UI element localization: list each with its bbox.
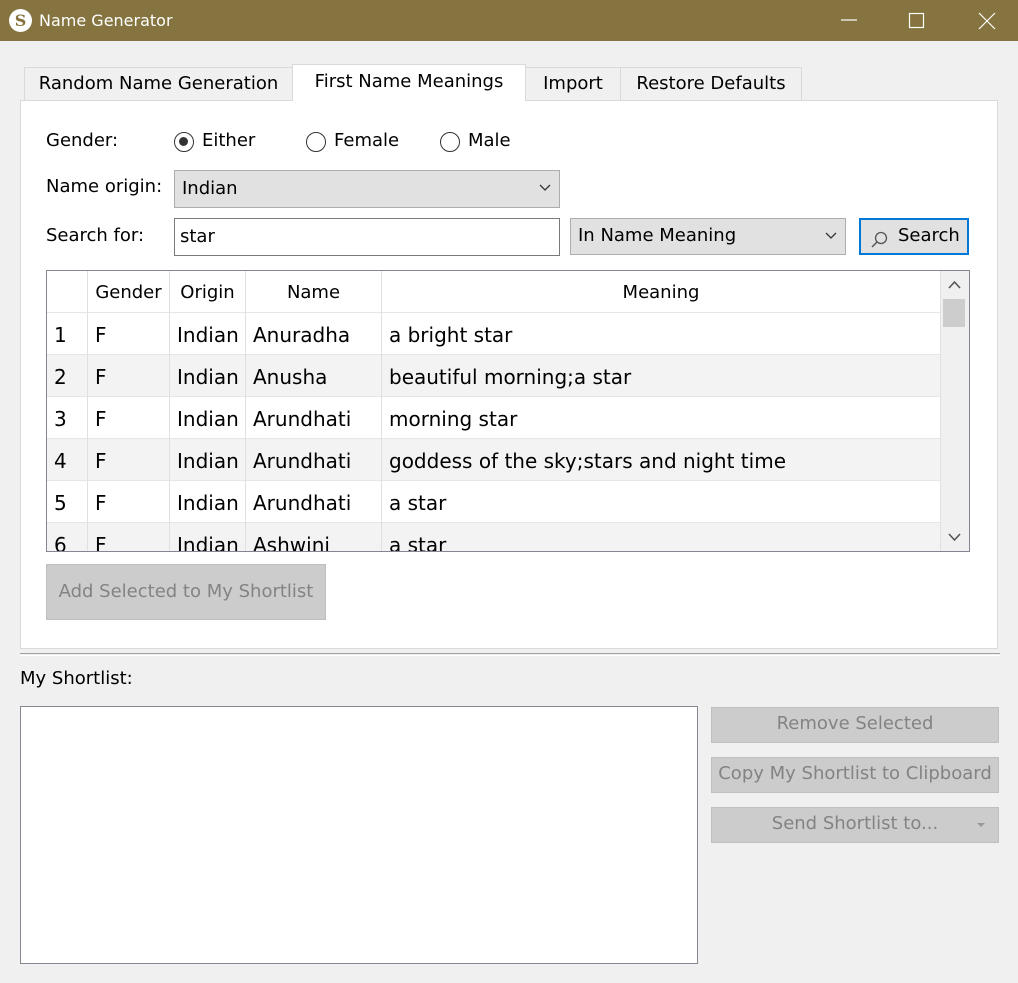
gender-radio-male[interactable]: Male bbox=[440, 130, 530, 154]
gender-radio-female[interactable]: Female bbox=[306, 130, 416, 154]
radio-unchecked-icon bbox=[306, 132, 326, 152]
send-shortlist-label: Send Shortlist to... bbox=[771, 813, 939, 834]
meaning-cell: a star bbox=[382, 523, 941, 551]
radio-checked-icon bbox=[174, 132, 194, 152]
origin-cell: Indian bbox=[170, 439, 246, 481]
row-number-cell: 6 bbox=[47, 523, 88, 551]
table-row[interactable]: 2 F Indian Anusha beautiful morning;a st… bbox=[47, 355, 941, 397]
add-to-shortlist-button[interactable]: Add Selected to My Shortlist bbox=[46, 564, 326, 620]
send-shortlist-button[interactable]: Send Shortlist to... bbox=[711, 807, 999, 843]
search-scope-value: In Name Meaning bbox=[578, 225, 737, 246]
row-number-cell: 4 bbox=[47, 439, 88, 481]
minimize-icon bbox=[841, 19, 857, 21]
row-number-cell: 2 bbox=[47, 355, 88, 397]
tab-import[interactable]: Import bbox=[525, 67, 621, 100]
radio-label: Female bbox=[334, 130, 400, 151]
close-icon bbox=[978, 12, 996, 30]
column-header-meaning[interactable]: Meaning bbox=[382, 271, 941, 313]
results-table: Gender Origin Name Meaning 1 F Indian An… bbox=[46, 270, 970, 552]
gender-cell: F bbox=[88, 355, 170, 397]
tab-restore-defaults[interactable]: Restore Defaults bbox=[620, 67, 802, 100]
shortlist-list[interactable] bbox=[20, 706, 698, 964]
meaning-cell: a star bbox=[382, 481, 941, 523]
minimize-button[interactable] bbox=[826, 0, 872, 41]
remove-selected-button[interactable]: Remove Selected bbox=[711, 707, 999, 743]
origin-label: Name origin: bbox=[46, 176, 163, 197]
origin-cell: Indian bbox=[170, 481, 246, 523]
meaning-cell: a bright star bbox=[382, 313, 941, 355]
gender-cell: F bbox=[88, 313, 170, 355]
origin-cell: Indian bbox=[170, 397, 246, 439]
meaning-cell: beautiful morning;a star bbox=[382, 355, 941, 397]
search-icon bbox=[871, 231, 888, 248]
shortlist-label: My Shortlist: bbox=[20, 668, 133, 689]
section-divider bbox=[20, 653, 1000, 656]
search-scope-select[interactable]: In Name Meaning bbox=[570, 218, 846, 255]
name-cell: Anuradha bbox=[246, 313, 382, 355]
maximize-icon bbox=[908, 12, 925, 29]
search-button-label: Search bbox=[898, 225, 960, 246]
row-number-cell: 1 bbox=[47, 313, 88, 355]
dropdown-arrow-icon bbox=[977, 823, 985, 827]
origin-cell: Indian bbox=[170, 523, 246, 551]
title-bar: S Name Generator bbox=[0, 0, 1018, 41]
column-header-name[interactable]: Name bbox=[246, 271, 382, 313]
gender-radio-either[interactable]: Either bbox=[174, 130, 274, 154]
table-header: Gender Origin Name Meaning bbox=[47, 271, 941, 313]
name-cell: Arundhati bbox=[246, 481, 382, 523]
gender-cell: F bbox=[88, 439, 170, 481]
gender-label: Gender: bbox=[46, 130, 119, 151]
scroll-up-icon[interactable] bbox=[948, 280, 961, 289]
origin-cell: Indian bbox=[170, 355, 246, 397]
close-button[interactable] bbox=[964, 0, 1010, 41]
radio-label: Male bbox=[468, 130, 511, 151]
tab-first-name-meanings[interactable]: First Name Meanings bbox=[292, 64, 526, 101]
table-row[interactable]: 4 F Indian Arundhati goddess of the sky;… bbox=[47, 439, 941, 481]
search-button[interactable]: Search bbox=[859, 218, 969, 255]
row-number-cell: 5 bbox=[47, 481, 88, 523]
scroll-down-icon[interactable] bbox=[948, 533, 961, 542]
gender-cell: F bbox=[88, 397, 170, 439]
app-logo-icon: S bbox=[9, 9, 32, 32]
column-header-row-number[interactable] bbox=[47, 271, 88, 313]
scrollbar-thumb[interactable] bbox=[943, 299, 965, 327]
column-header-origin[interactable]: Origin bbox=[170, 271, 246, 313]
origin-cell: Indian bbox=[170, 313, 246, 355]
table-row[interactable]: 5 F Indian Arundhati a star bbox=[47, 481, 941, 523]
name-cell: Arundhati bbox=[246, 439, 382, 481]
gender-cell: F bbox=[88, 523, 170, 551]
name-cell: Anusha bbox=[246, 355, 382, 397]
gender-cell: F bbox=[88, 481, 170, 523]
row-number-cell: 3 bbox=[47, 397, 88, 439]
name-cell: Arundhati bbox=[246, 397, 382, 439]
meaning-cell: goddess of the sky;stars and night time bbox=[382, 439, 941, 481]
column-header-gender[interactable]: Gender bbox=[88, 271, 170, 313]
maximize-button[interactable] bbox=[894, 0, 940, 41]
chevron-down-icon bbox=[539, 184, 551, 191]
copy-shortlist-button[interactable]: Copy My Shortlist to Clipboard bbox=[711, 757, 999, 793]
table-row[interactable]: 3 F Indian Arundhati morning star bbox=[47, 397, 941, 439]
table-row[interactable]: 1 F Indian Anuradha a bright star bbox=[47, 313, 941, 355]
origin-value: Indian bbox=[182, 178, 238, 199]
radio-unchecked-icon bbox=[440, 132, 460, 152]
window-title: Name Generator bbox=[39, 11, 173, 30]
origin-select[interactable]: Indian bbox=[174, 170, 560, 208]
chevron-down-icon bbox=[825, 232, 837, 239]
name-cell: Ashwini bbox=[246, 523, 382, 551]
radio-label: Either bbox=[202, 130, 256, 151]
table-row[interactable]: 6 F Indian Ashwini a star bbox=[47, 523, 941, 551]
search-input[interactable]: star bbox=[174, 218, 560, 256]
table-scrollbar[interactable] bbox=[941, 271, 969, 551]
search-label: Search for: bbox=[46, 225, 145, 246]
meaning-cell: morning star bbox=[382, 397, 941, 439]
tab-random-name-generation[interactable]: Random Name Generation bbox=[24, 67, 293, 100]
